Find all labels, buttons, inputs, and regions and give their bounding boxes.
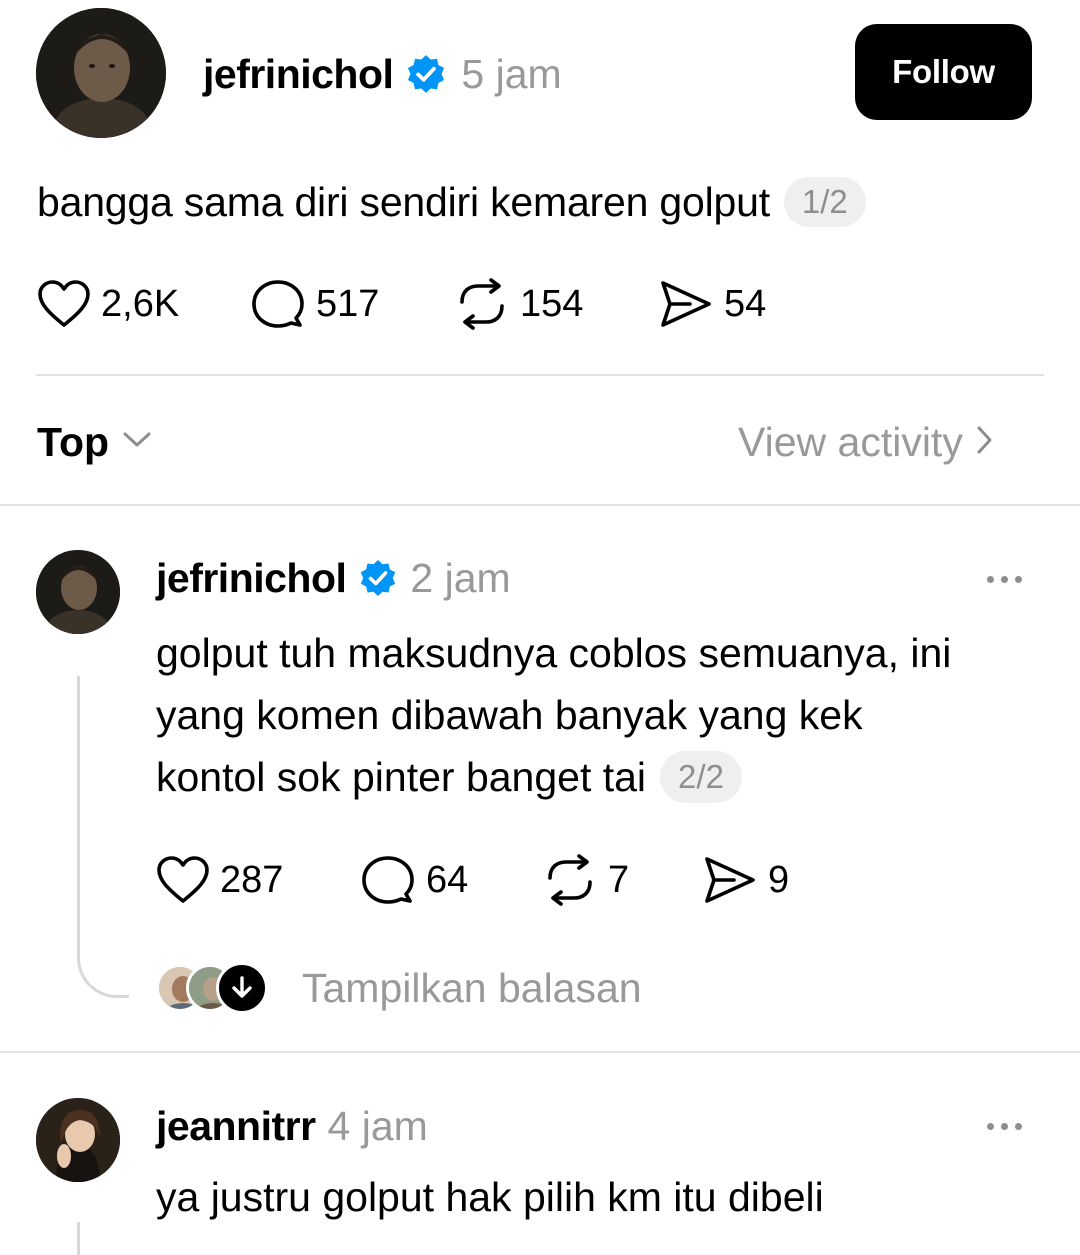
reply-text: golput tuh maksudnya coblos semuanya, in…	[156, 622, 1056, 808]
like-button[interactable]: 287	[156, 854, 283, 906]
chevron-right-icon	[975, 424, 995, 461]
reply-author-row: jefrinichol 2 jam	[156, 552, 511, 604]
comment-button[interactable]: 64	[360, 854, 468, 906]
more-options-icon[interactable]	[987, 1121, 1022, 1131]
comment-count: 64	[426, 858, 469, 901]
post-text: bangga sama diri sendiri kemaren golput	[37, 178, 770, 225]
share-count: 54	[724, 282, 767, 325]
arrow-down-icon[interactable]	[216, 962, 268, 1014]
post-author-avatar[interactable]	[36, 8, 166, 138]
chevron-down-icon	[121, 430, 153, 455]
post-time: 5 jam	[461, 50, 562, 97]
thread-line-curve	[77, 942, 129, 998]
view-activity-label: View activity	[738, 418, 963, 465]
reply-author-row: jeannitrr 4 jam	[156, 1100, 428, 1152]
repost-button[interactable]: 7	[542, 854, 629, 906]
repost-count: 7	[608, 858, 630, 901]
heart-icon	[156, 855, 210, 905]
repost-count: 154	[520, 282, 584, 325]
show-replies-link[interactable]: Tampilkan balasan	[302, 962, 642, 1014]
reply-text: ya justru golput hak pilih km itu dibeli	[156, 1174, 824, 1220]
verified-badge-icon	[405, 53, 447, 95]
share-button[interactable]: 9	[702, 854, 789, 906]
divider	[36, 374, 1044, 376]
reply-time: 2 jam	[410, 554, 511, 601]
divider	[0, 504, 1080, 506]
share-button[interactable]: 54	[658, 278, 766, 330]
repost-icon	[542, 854, 598, 906]
follow-button[interactable]: Follow	[855, 24, 1032, 120]
sort-label: Top	[37, 418, 110, 465]
repost-icon	[454, 278, 510, 330]
reply-text-line: golput tuh maksudnya coblos semuanya, in…	[156, 630, 952, 676]
comment-icon	[250, 278, 306, 330]
share-count: 9	[768, 858, 790, 901]
thread-line	[77, 676, 80, 942]
comment-count: 517	[316, 282, 380, 325]
verified-badge-icon	[358, 558, 398, 598]
reply-username[interactable]: jeannitrr	[156, 1103, 316, 1150]
post-author-row: jefrinichol 5 jam	[203, 46, 562, 102]
replier-avatars	[156, 962, 268, 1014]
reply-author-avatar[interactable]	[36, 550, 120, 634]
reply-author-avatar[interactable]	[36, 1098, 120, 1182]
thread-counter-badge: 2/2	[660, 751, 742, 803]
comment-button[interactable]: 517	[250, 278, 379, 330]
thread-counter-badge: 1/2	[783, 177, 866, 227]
divider	[0, 1051, 1080, 1053]
comment-icon	[360, 854, 416, 906]
reply-text-line: yang komen dibawah banyak yang kek	[156, 692, 863, 738]
heart-icon	[37, 279, 91, 329]
send-icon	[658, 278, 714, 330]
view-activity-link[interactable]: View activity	[738, 414, 995, 470]
reply-text-line: kontol sok pinter banget tai	[156, 754, 647, 800]
reply-time: 4 jam	[327, 1102, 428, 1149]
reply-text-last-line: kontol sok pinter banget tai 2/2	[156, 746, 1056, 808]
like-button[interactable]: 2,6K	[37, 278, 179, 330]
post-username[interactable]: jefrinichol	[203, 51, 394, 98]
post-body: bangga sama diri sendiri kemaren golput …	[37, 172, 866, 232]
like-count: 2,6K	[101, 282, 180, 325]
more-options-icon[interactable]	[987, 574, 1022, 584]
thread-line	[77, 1222, 80, 1255]
sort-dropdown[interactable]: Top	[37, 414, 153, 470]
like-count: 287	[220, 858, 284, 901]
repost-button[interactable]: 154	[454, 278, 583, 330]
reply-username[interactable]: jefrinichol	[156, 555, 347, 602]
send-icon	[702, 854, 758, 906]
